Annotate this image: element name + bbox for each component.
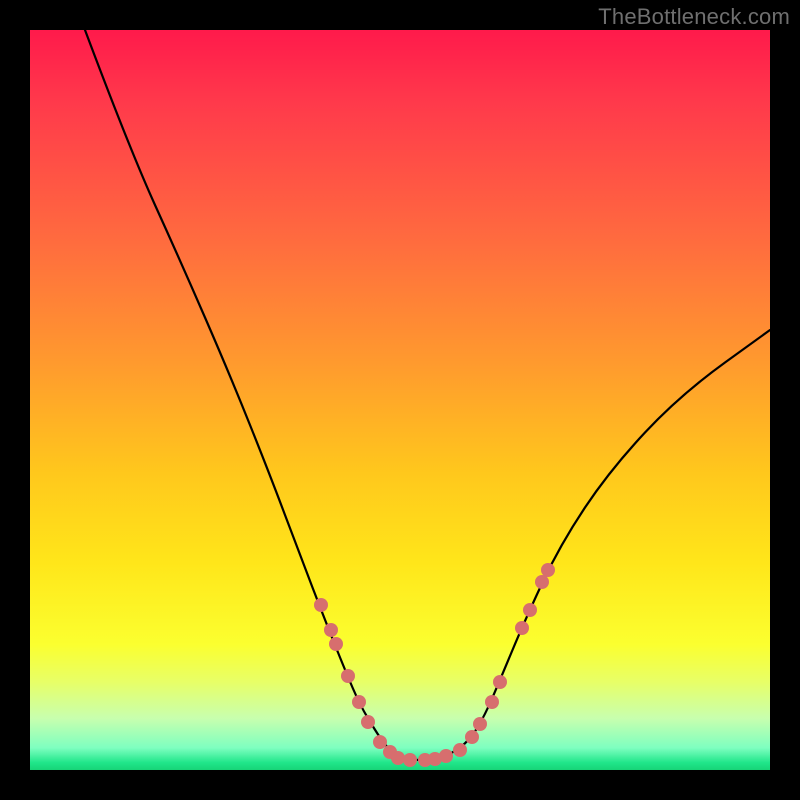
- curve-marker: [352, 695, 366, 709]
- curve-marker: [314, 598, 328, 612]
- bottleneck-curve: [85, 30, 770, 760]
- curve-marker: [329, 637, 343, 651]
- marker-group: [314, 563, 555, 767]
- chart-frame: TheBottleneck.com: [0, 0, 800, 800]
- curve-marker: [523, 603, 537, 617]
- curve-marker: [535, 575, 549, 589]
- curve-marker: [473, 717, 487, 731]
- plot-area: [30, 30, 770, 770]
- curve-marker: [515, 621, 529, 635]
- curve-marker: [403, 753, 417, 767]
- curve-marker: [324, 623, 338, 637]
- curve-svg: [30, 30, 770, 770]
- curve-marker: [485, 695, 499, 709]
- curve-marker: [373, 735, 387, 749]
- curve-marker: [453, 743, 467, 757]
- curve-marker: [341, 669, 355, 683]
- curve-marker: [439, 749, 453, 763]
- curve-marker: [465, 730, 479, 744]
- curve-marker: [493, 675, 507, 689]
- curve-marker: [541, 563, 555, 577]
- curve-marker: [361, 715, 375, 729]
- watermark-text: TheBottleneck.com: [598, 4, 790, 30]
- curve-marker: [391, 751, 405, 765]
